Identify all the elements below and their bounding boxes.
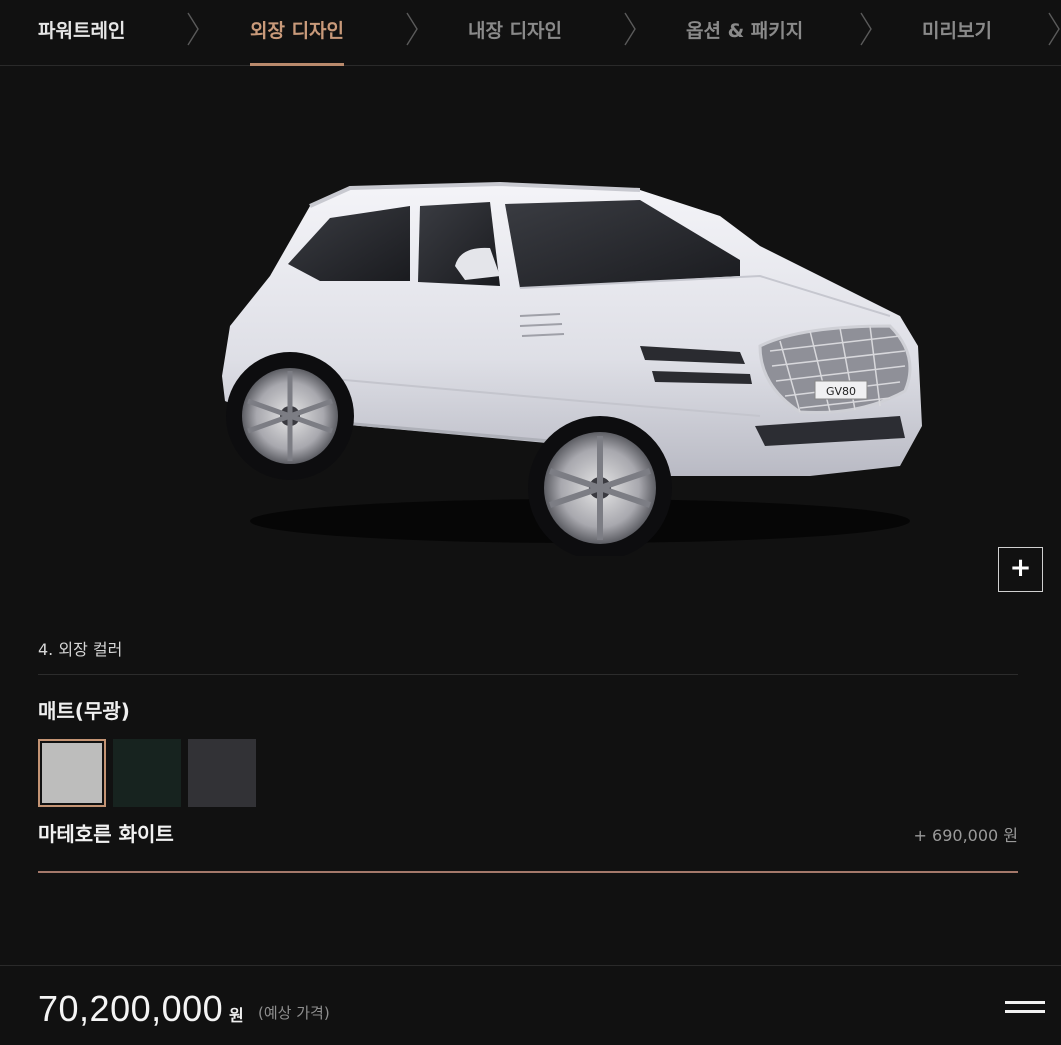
price-bar: 70,200,000 원 (예상 가격): [0, 965, 1061, 1045]
car-image: GV80: [222, 181, 922, 556]
car-preview: GV80 +: [0, 66, 1061, 606]
plus-icon: +: [1009, 553, 1032, 583]
color-swatch-dark-gray[interactable]: [188, 739, 256, 807]
section-title-exterior-color: 4. 외장 컬러: [38, 640, 123, 659]
step-navigation: 파워트레인 외장 디자인 내장 디자인 옵션 & 패키지 미리보기: [0, 0, 1061, 66]
section-divider: [38, 674, 1018, 675]
accent-divider: [38, 871, 1018, 873]
step-preview[interactable]: 미리보기: [922, 0, 992, 66]
chevron-right-icon: [859, 12, 873, 46]
zoom-button[interactable]: +: [998, 547, 1043, 592]
chevron-right-icon: [405, 12, 419, 46]
price-unit: 원: [229, 1006, 244, 1025]
color-group-title: 매트(무광): [38, 699, 130, 723]
step-options-packages[interactable]: 옵션 & 패키지: [686, 0, 803, 66]
configurator-page: 파워트레인 외장 디자인 내장 디자인 옵션 & 패키지 미리보기 GV80 +…: [0, 0, 1061, 1045]
hamburger-menu-icon[interactable]: [1005, 998, 1045, 1018]
price-note: (예상 가격): [258, 1004, 330, 1022]
chevron-right-icon: [186, 12, 200, 46]
step-exterior-design[interactable]: 외장 디자인: [250, 0, 345, 66]
chevron-right-icon: [623, 12, 637, 46]
selected-color-name: 마테호른 화이트: [38, 822, 174, 846]
step-powertrain[interactable]: 파워트레인: [38, 0, 125, 66]
color-swatch-dark-green[interactable]: [113, 739, 181, 807]
estimated-price: 70,200,000: [38, 988, 224, 1029]
color-swatch-matterhorn-white[interactable]: [38, 739, 106, 807]
selected-color-price: + 690,000 원: [913, 826, 1018, 845]
chevron-right-icon: [1047, 12, 1061, 46]
car-model-badge: GV80: [826, 385, 856, 398]
step-interior-design[interactable]: 내장 디자인: [468, 0, 562, 66]
